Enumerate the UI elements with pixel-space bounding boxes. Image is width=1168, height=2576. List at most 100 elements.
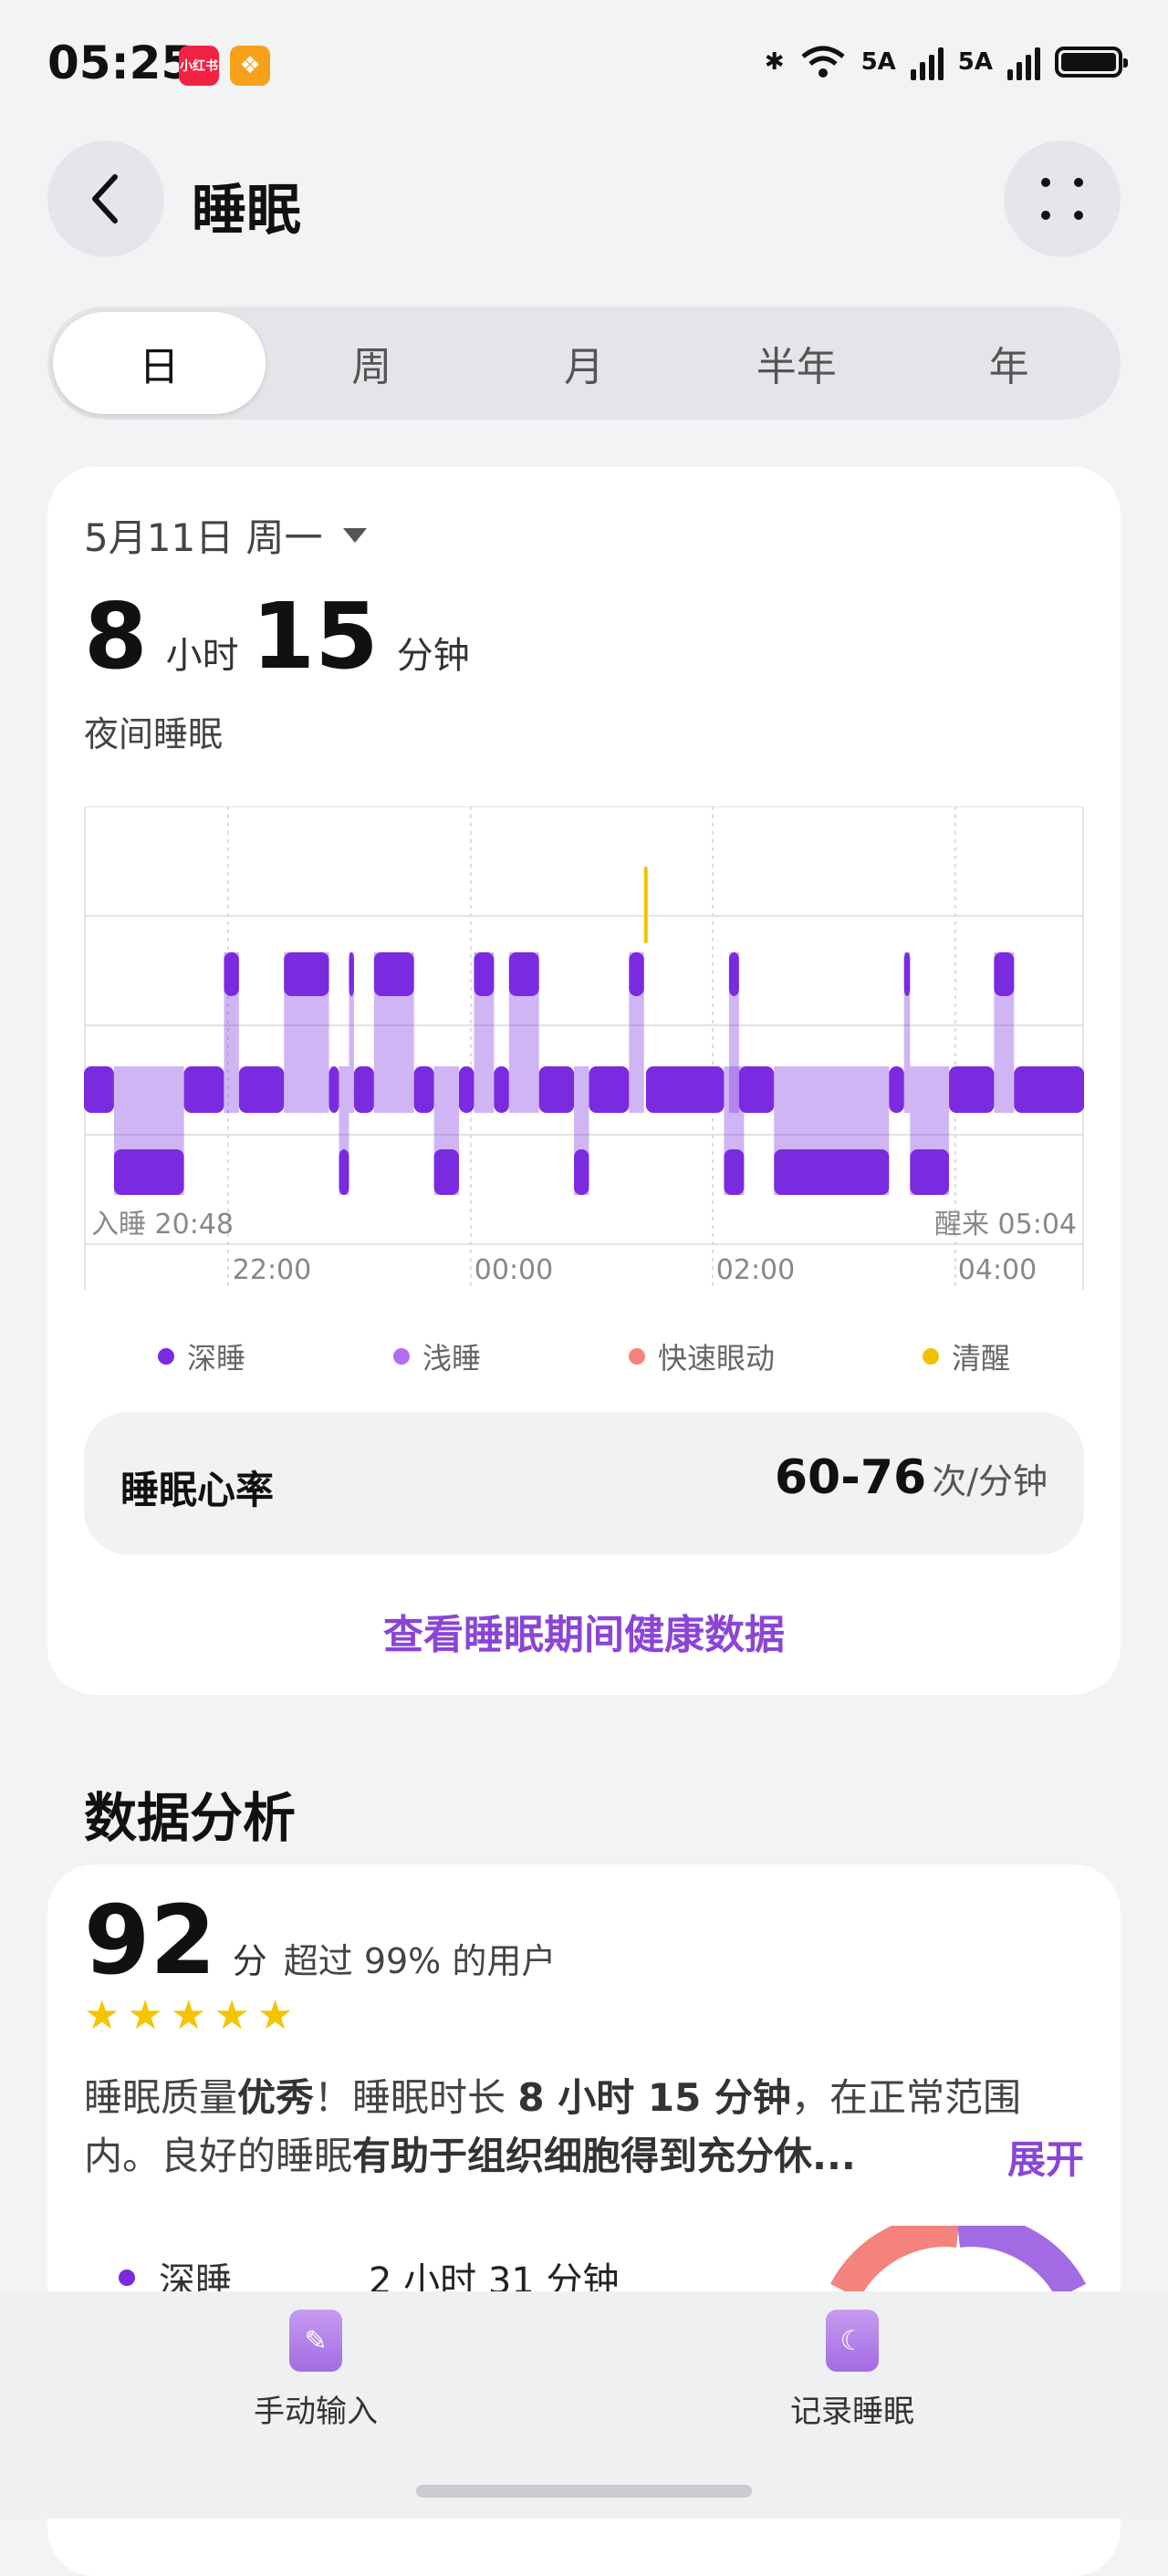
deep-sleep-segment bbox=[433, 1149, 459, 1195]
rem-segment bbox=[508, 952, 539, 996]
tab-week[interactable]: 周 bbox=[266, 312, 478, 414]
legend-label: 深睡 bbox=[186, 1341, 245, 1376]
home-indicator[interactable] bbox=[416, 2485, 752, 2498]
light-sleep-segment bbox=[494, 1066, 509, 1113]
duration-hours: 8 bbox=[84, 583, 148, 690]
rem-segment bbox=[349, 952, 354, 996]
battery-icon bbox=[1055, 47, 1128, 78]
status-time: 05:25 bbox=[47, 36, 193, 89]
deep-sleep-segment bbox=[574, 1149, 589, 1195]
date-selector[interactable]: 5月11日 周一 bbox=[84, 507, 367, 563]
minutes-unit: 分钟 bbox=[396, 635, 470, 677]
light-sleep-segment bbox=[353, 1066, 374, 1113]
heart-rate-label: 睡眠心率 bbox=[120, 1468, 275, 1512]
rem-segment bbox=[629, 952, 644, 996]
legend-awake: 清醒 bbox=[922, 1335, 1010, 1377]
heart-rate-unit: 次/分钟 bbox=[932, 1461, 1048, 1501]
app-notification-icon: ❖ bbox=[230, 46, 270, 86]
rem-segment bbox=[903, 952, 911, 996]
legend-dot bbox=[922, 1348, 939, 1365]
legend-label: 快速眼动 bbox=[657, 1341, 775, 1376]
quality-text: 睡眠质量 bbox=[84, 2075, 238, 2120]
caret-down-icon bbox=[342, 527, 367, 543]
light-sleep-segment bbox=[1014, 1066, 1084, 1113]
rem-segment bbox=[728, 952, 739, 996]
light-sleep-segment bbox=[538, 1066, 575, 1113]
sleep-start-label: 入睡 20:48 bbox=[91, 1209, 234, 1241]
period-tabs: 日 周 月 半年 年 bbox=[47, 306, 1121, 420]
sleep-stage-donut bbox=[830, 2226, 1086, 2291]
legend-label: 浅睡 bbox=[422, 1341, 481, 1376]
x-tick-00: 00:00 bbox=[474, 1254, 553, 1286]
awake-segment bbox=[643, 867, 648, 943]
legend-label: 清醒 bbox=[951, 1341, 1010, 1376]
network-type-1: 5A bbox=[860, 48, 896, 76]
x-tick-04: 04:00 bbox=[958, 1254, 1037, 1286]
x-tick-22: 22:00 bbox=[233, 1254, 311, 1286]
legend-dot bbox=[628, 1348, 645, 1365]
quality-emphasis: 有助于组织细胞得到充分休... bbox=[352, 2134, 856, 2178]
quality-emphasis: 8 小时 15 分钟 bbox=[517, 2075, 791, 2120]
back-button[interactable] bbox=[47, 140, 164, 257]
deep-sleep-segment bbox=[724, 1149, 745, 1195]
light-sleep-segment bbox=[238, 1066, 285, 1113]
quality-emphasis: 优秀 bbox=[237, 2075, 315, 2120]
date-label: 5月11日 周一 bbox=[84, 515, 323, 560]
legend-dot bbox=[392, 1348, 410, 1365]
heart-rate-value: 60-76 次/分钟 bbox=[775, 1450, 1048, 1505]
score-value: 92 bbox=[84, 1885, 216, 1996]
signal-icon bbox=[910, 44, 944, 80]
legend-deep: 深睡 bbox=[157, 1335, 245, 1377]
star-icon: ★ bbox=[214, 1992, 250, 2039]
sleep-duration: 8 小时 15 分钟 bbox=[84, 591, 483, 682]
deep-sleep-segment bbox=[113, 1149, 184, 1195]
light-sleep-segment bbox=[889, 1066, 904, 1113]
tab-year[interactable]: 年 bbox=[902, 312, 1115, 414]
hours-unit: 小时 bbox=[165, 635, 239, 677]
edit-icon: ✎ bbox=[289, 2310, 342, 2372]
tab-day[interactable]: 日 bbox=[53, 312, 266, 414]
rem-segment bbox=[994, 952, 1015, 996]
bluetooth-icon: ✱ bbox=[764, 48, 785, 76]
night-sleep-label: 夜间睡眠 bbox=[84, 714, 224, 754]
duration-minutes: 15 bbox=[251, 583, 379, 690]
page-title: 睡眠 bbox=[192, 179, 301, 243]
legend-light: 浅睡 bbox=[392, 1335, 481, 1377]
score-unit: 分 bbox=[232, 1941, 267, 1981]
xiaohongshu-app-icon: 小红书 bbox=[179, 46, 219, 86]
moon-phone-icon: ☾ bbox=[826, 2310, 879, 2372]
deep-sleep-segment bbox=[774, 1149, 890, 1195]
more-button[interactable] bbox=[1004, 140, 1121, 257]
sleep-stage-chart[interactable]: 入睡 20:48 醒来 05:04 22:00 00:00 02:00 04:0… bbox=[84, 806, 1084, 1290]
record-sleep-label: 记录睡眠 bbox=[790, 2394, 914, 2430]
chart-legend: 深睡 浅睡 快速眼动 清醒 bbox=[84, 1335, 1084, 1377]
tab-month[interactable]: 月 bbox=[478, 312, 691, 414]
light-sleep-segment bbox=[589, 1066, 630, 1113]
expand-button[interactable]: 展开 bbox=[994, 2129, 1084, 2185]
deep-sleep-dot bbox=[119, 2270, 135, 2286]
legend-dot bbox=[157, 1348, 174, 1365]
record-sleep-button[interactable]: ☾ 记录睡眠 bbox=[715, 2310, 989, 2431]
light-sleep-segment bbox=[183, 1066, 224, 1113]
tab-half-year[interactable]: 半年 bbox=[690, 312, 902, 414]
manual-input-label: 手动输入 bbox=[254, 2394, 378, 2430]
status-icons: ✱ 5A 5A bbox=[764, 44, 1128, 80]
star-icon: ★ bbox=[84, 1992, 120, 2039]
rem-segment bbox=[474, 952, 495, 996]
star-rating: ★ ★ ★ ★ ★ bbox=[84, 1992, 293, 2039]
sleep-quality-summary: 睡眠质量优秀！睡眠时长 8 小时 15 分钟，在正常范围内。良好的睡眠有助于组织… bbox=[84, 2069, 1091, 2186]
light-sleep-segment bbox=[738, 1066, 775, 1113]
deep-sleep-segment bbox=[910, 1149, 950, 1195]
score-percentile: 超过 99% 的用户 bbox=[283, 1941, 557, 1981]
light-sleep-segment bbox=[949, 1066, 995, 1113]
view-health-data-link[interactable]: 查看睡眠期间健康数据 bbox=[47, 1602, 1121, 1660]
manual-input-button[interactable]: ✎ 手动输入 bbox=[179, 2310, 453, 2431]
four-dots-icon bbox=[1041, 178, 1083, 220]
wifi-icon bbox=[800, 46, 845, 78]
rem-segment bbox=[284, 952, 329, 996]
analysis-section-title: 数据分析 bbox=[84, 1787, 297, 1849]
light-sleep-segment bbox=[413, 1066, 434, 1113]
signal-icon-2 bbox=[1007, 44, 1040, 80]
light-sleep-segment bbox=[645, 1066, 725, 1113]
light-sleep-segment bbox=[84, 1066, 114, 1113]
